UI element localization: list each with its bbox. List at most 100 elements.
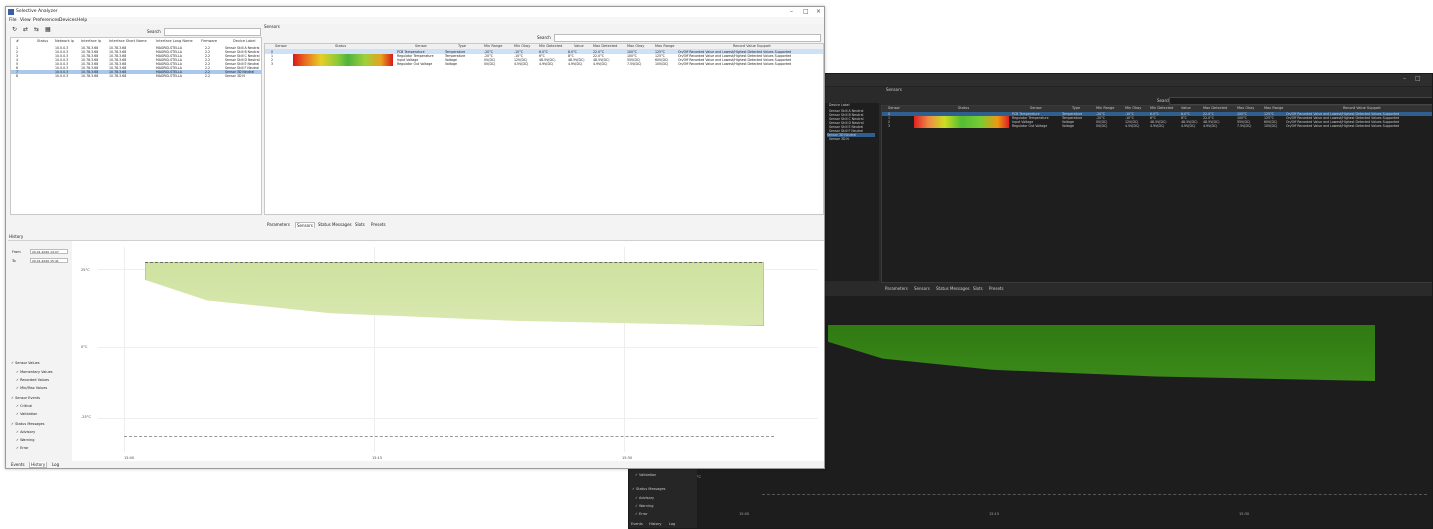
menu-view[interactable]: View <box>20 18 31 23</box>
col-header[interactable]: Min Detected <box>539 44 562 48</box>
col-header[interactable]: Min Range <box>484 44 502 48</box>
col-header[interactable]: Network Ip <box>55 39 74 43</box>
col-header[interactable]: Sensor <box>1030 106 1042 110</box>
dark-tab-presets[interactable]: Presets <box>989 286 1004 291</box>
col-header[interactable]: Status <box>958 106 969 110</box>
dark-checkbox-warning[interactable]: ✓ Warning <box>635 504 653 508</box>
col-header[interactable]: Min Detected <box>1150 106 1173 110</box>
col-header[interactable]: Device Label <box>233 39 256 43</box>
tab-sensors[interactable]: Sensors <box>295 222 315 228</box>
bottom-tab-history[interactable]: History <box>29 462 48 468</box>
connect-icon[interactable]: ⇄ <box>23 26 28 33</box>
checkbox-recorded-values[interactable]: ✓ Recorded Values <box>16 378 49 382</box>
col-header[interactable]: Value <box>574 44 584 48</box>
bottom-tab-log[interactable]: Log <box>51 462 60 467</box>
to-date-input[interactable]: 20.01.2020 15:41 <box>30 258 68 263</box>
cell: 4.9V(DC) <box>1203 124 1218 128</box>
dark-tab-sensors[interactable]: Sensors <box>914 286 930 291</box>
col-header[interactable]: Sensor <box>415 44 427 48</box>
dark-search-input[interactable] <box>1169 97 1432 105</box>
col-header[interactable]: Record Value Support <box>1343 106 1381 110</box>
cell: 10V(DC) <box>655 62 669 66</box>
dark-bottom-tab-events[interactable]: Events <box>631 522 643 526</box>
tab-parameters[interactable]: Parameters <box>266 222 291 227</box>
dark-maximize-button[interactable]: □ <box>1415 75 1421 82</box>
col-header[interactable]: Max Detected <box>593 44 617 48</box>
checkbox-momentary-values[interactable]: ✓ Momentary Values <box>16 370 53 374</box>
col-header[interactable]: Max Range <box>655 44 674 48</box>
dark-checkbox-validation[interactable]: ✓ Validation <box>635 473 656 477</box>
dark-checkbox-error[interactable]: ✓ Error <box>635 512 648 516</box>
tab-slots[interactable]: Slots <box>354 222 366 227</box>
checkbox-sensor-events[interactable]: ✓ Sensor Events <box>11 396 40 400</box>
col-header[interactable]: # <box>16 39 19 43</box>
col-header[interactable]: Min Okay <box>514 44 530 48</box>
col-header[interactable]: Max Okay <box>627 44 644 48</box>
checkbox-advisory[interactable]: ✓ Advisory <box>16 430 35 434</box>
dark-x-tick: 15:30 <box>1239 512 1250 516</box>
dark-bottom-tab-log[interactable]: Log <box>669 522 675 526</box>
checkbox-error[interactable]: ✓ Error <box>16 446 29 450</box>
checkbox-validation[interactable]: ✓ Validation <box>16 412 37 416</box>
history-upper-bound-line <box>145 262 762 263</box>
col-header[interactable]: Sensor <box>888 106 900 110</box>
tab-presets[interactable]: Presets <box>370 222 387 227</box>
col-header[interactable]: Min Range <box>1096 106 1114 110</box>
checkbox-warning[interactable]: ✓ Warning <box>16 438 34 442</box>
menu-preferences[interactable]: Preferences <box>33 18 59 23</box>
dark-checkbox-status-messages[interactable]: ✓ Status Messages <box>632 487 665 491</box>
dark-x-tick: 15:15 <box>989 512 1000 516</box>
col-header[interactable]: Interface Short Name <box>109 39 147 43</box>
refresh-icon[interactable]: ↻ <box>12 26 17 33</box>
col-header[interactable]: Record Value Support <box>733 44 771 48</box>
checkbox-critical[interactable]: ✓ Critical <box>16 404 32 408</box>
cell: 4.9V(DC) <box>539 62 554 66</box>
col-header[interactable]: Sensor <box>275 44 287 48</box>
col-header[interactable]: Type <box>458 44 466 48</box>
col-header[interactable]: Max Okay <box>1237 106 1254 110</box>
minimize-button[interactable]: – <box>790 8 793 15</box>
bottom-tab-events[interactable]: Events <box>10 462 26 467</box>
col-header[interactable]: Max Range <box>1264 106 1283 110</box>
dark-checkbox-advisory[interactable]: ✓ Advisory <box>635 496 654 500</box>
col-header[interactable]: Interface Long Name <box>156 39 193 43</box>
table-row[interactable]: 3 Regulator Out Voltage Voltage 0V(DC) 4… <box>882 124 1432 128</box>
dark-tab-status-messages[interactable]: Status Messages <box>936 286 970 291</box>
tab-status-messages[interactable]: Status Messages <box>317 222 353 227</box>
checkmark-icon: ✓ <box>16 438 19 442</box>
from-date-input[interactable]: 20.01.2020 14:07 <box>30 249 68 254</box>
dark-tab-slots[interactable]: Slots <box>973 286 983 291</box>
sensor-search-input[interactable] <box>554 34 821 42</box>
menu-help[interactable]: Help <box>77 18 87 23</box>
maximize-button[interactable]: □ <box>803 8 809 15</box>
menu-file[interactable]: File <box>9 18 17 23</box>
menu-devices[interactable]: Devices <box>59 18 77 23</box>
cell: 8 <box>16 74 19 78</box>
col-header[interactable]: Min Okay <box>1125 106 1141 110</box>
device-search-input[interactable] <box>164 28 261 36</box>
disconnect-icon[interactable]: ⇆ <box>34 26 39 33</box>
col-header[interactable]: Status <box>37 39 48 43</box>
col-header[interactable]: Type <box>1072 106 1080 110</box>
dark-device-item[interactable]: Sensor 3D N <box>829 137 849 141</box>
col-header[interactable]: Firmware <box>201 39 217 43</box>
table-row[interactable]: 8 10.0.0.3 10.78.3.68 10.78.3.68 MAGRID-… <box>11 74 261 78</box>
checkbox-min-max-values[interactable]: ✓ Min/Max Values <box>16 386 47 390</box>
checkbox-sensor-values[interactable]: ✓ Sensor Values <box>11 361 40 365</box>
checkbox-status-messages[interactable]: ✓ Status Messages <box>11 422 45 426</box>
sensors-panel-title: Sensors <box>264 24 280 29</box>
grid-icon[interactable]: ▦ <box>45 26 51 33</box>
cell: 3 <box>271 62 274 66</box>
col-header[interactable]: Status <box>335 44 346 48</box>
col-header[interactable]: Interface Ip <box>81 39 101 43</box>
dark-bottom-tab-history[interactable]: History <box>649 522 661 526</box>
dark-minimize-button[interactable]: – <box>1403 75 1406 82</box>
col-header[interactable]: Value <box>1181 106 1191 110</box>
cell: Sensor 3D N <box>225 74 245 78</box>
dark-device-label-header[interactable]: Device Label <box>829 103 850 107</box>
col-header[interactable]: Max Detected <box>1203 106 1227 110</box>
table-row[interactable]: 3 Regulator Out Voltage Voltage 0V(DC) 4… <box>265 62 823 66</box>
close-button[interactable]: × <box>816 8 821 15</box>
dark-tab-parameters[interactable]: Parameters <box>885 286 908 291</box>
checkmark-icon: ✓ <box>11 396 14 400</box>
